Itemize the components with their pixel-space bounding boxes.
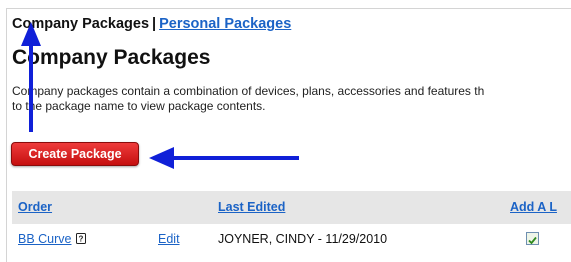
description-line-2: to the package name to view package cont…	[12, 99, 266, 113]
table-row: BB Curve? Edit JOYNER, CINDY - 11/29/201…	[12, 224, 571, 253]
packages-table: Order Last Edited Add A L BB Curve? Edit…	[12, 191, 571, 253]
table-header: Order Last Edited Add A L	[12, 191, 571, 224]
add-checkbox[interactable]	[526, 232, 539, 245]
page-description: Company packages contain a combination o…	[12, 84, 571, 114]
checkmark-icon	[528, 236, 537, 245]
column-header-order[interactable]: Order	[18, 200, 52, 214]
edit-link[interactable]: Edit	[158, 232, 180, 246]
description-line-1: Company packages contain a combination o…	[12, 84, 485, 98]
last-edited-cell: JOYNER, CINDY - 11/29/2010	[218, 232, 388, 246]
nav-link-personal-packages[interactable]: Personal Packages	[159, 16, 291, 32]
package-name-cell: BB Curve?	[18, 232, 86, 246]
page-title: Company Packages	[12, 46, 211, 69]
column-header-add-a-l[interactable]: Add A L	[510, 200, 557, 214]
create-package-button[interactable]: Create Package	[11, 142, 139, 166]
column-header-last-edited[interactable]: Last Edited	[218, 200, 285, 214]
help-icon[interactable]: ?	[75, 233, 86, 244]
nav-current-company-packages: Company Packages	[12, 16, 150, 32]
svg-text:?: ?	[78, 235, 83, 244]
package-name-link[interactable]: BB Curve	[18, 232, 72, 246]
nav-separator: |	[152, 16, 157, 32]
package-type-nav: Company Packages | Personal Packages	[12, 16, 291, 32]
